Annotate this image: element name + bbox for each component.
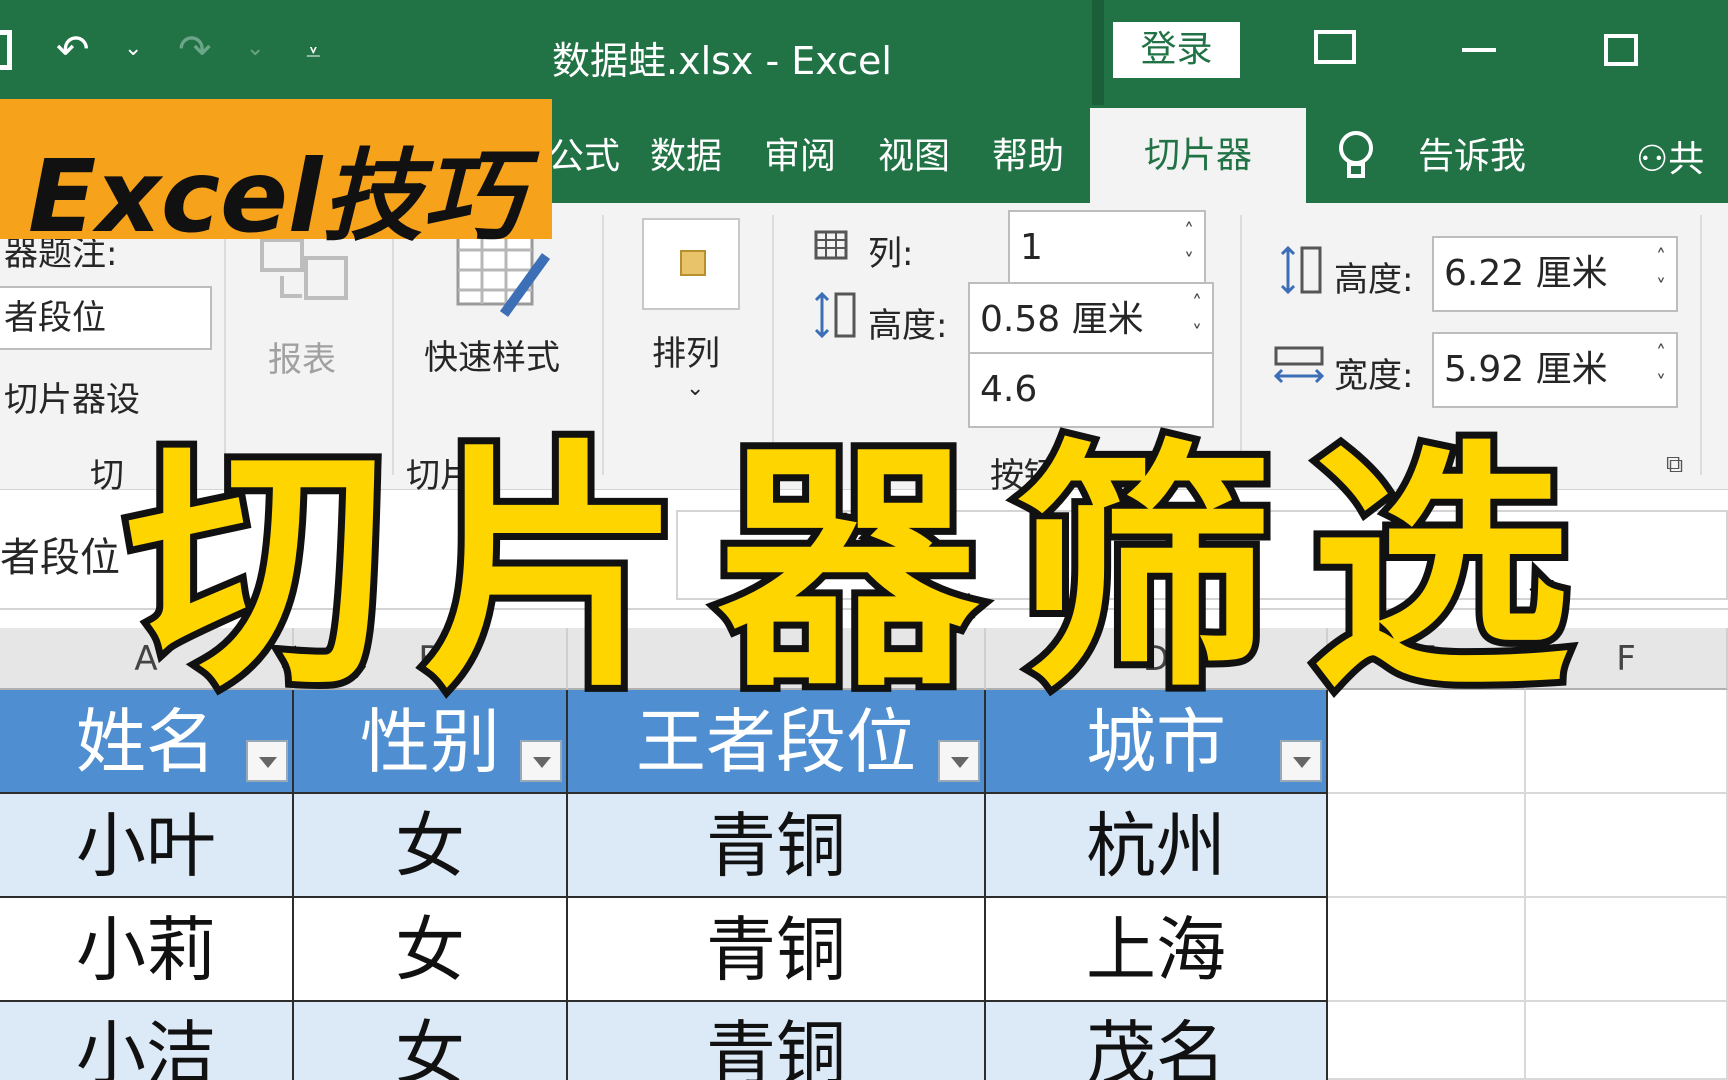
empty-cell[interactable]	[1526, 1002, 1728, 1080]
spinner-arrows-icon[interactable]: ˄ ˅	[1656, 338, 1666, 398]
ribbon-separator	[1700, 215, 1702, 475]
undo-icon[interactable]: ↶	[56, 30, 90, 70]
redo-icon: ↷	[178, 27, 212, 73]
table-cell[interactable]: 小莉	[0, 898, 294, 1002]
table-cell[interactable]: 小叶	[0, 794, 294, 898]
tab-help[interactable]: 帮助	[992, 127, 1064, 179]
window-title: 数据蛙.xlsx - Excel	[552, 39, 892, 83]
excel-window: ↶ ⌄ ↷ ⌄ ⩡ 数据蛙.xlsx - Excel 登录 公式 数据 审阅 视…	[0, 0, 1728, 1080]
columns-label: 列:	[868, 234, 914, 274]
share-button[interactable]: ⚇共	[1636, 130, 1704, 182]
arrange-icon	[642, 218, 740, 310]
person-icon: ⚇	[1636, 139, 1669, 180]
slicer-height-spinner[interactable]: 6.22 厘米 ˄ ˅	[1432, 236, 1678, 312]
empty-cell[interactable]	[1328, 1002, 1526, 1080]
headline-overlay: 切片器筛选	[119, 413, 1606, 729]
table-cell[interactable]: 上海	[986, 898, 1328, 1002]
spinner-arrows-icon[interactable]: ˄ ˅	[1192, 288, 1202, 348]
table-cell[interactable]: 女	[294, 1002, 568, 1080]
redo-dropdown-icon: ⌄	[246, 36, 265, 61]
table-cell[interactable]: 小洁	[0, 1002, 294, 1080]
undo-dropdown-icon[interactable]: ⌄	[124, 38, 142, 60]
columns-spinner[interactable]: 1 ˄ ˅	[1008, 210, 1206, 286]
empty-cell[interactable]	[1526, 898, 1728, 1002]
name-box[interactable]: 者段位	[0, 525, 120, 583]
slicer-settings-button[interactable]: 切片器设	[4, 372, 140, 421]
columns-icon	[814, 230, 848, 260]
table-cell[interactable]: 女	[294, 898, 568, 1002]
tab-view[interactable]: 视图	[878, 127, 950, 179]
button-height-label: 高度:	[868, 306, 948, 346]
filter-applied-icon[interactable]	[938, 740, 980, 782]
empty-cell[interactable]	[1526, 794, 1728, 898]
empty-cell[interactable]	[1328, 794, 1526, 898]
slicer-caption-input[interactable]: 者段位	[0, 286, 212, 350]
maximize-icon[interactable]	[1604, 34, 1638, 66]
tips-badge: Excel技巧	[0, 99, 552, 255]
empty-cell[interactable]	[1328, 898, 1526, 1002]
customize-quick-access-icon[interactable]: ⩡	[306, 40, 321, 66]
lightbulb-icon	[1339, 131, 1373, 178]
table-cell[interactable]: 女	[294, 794, 568, 898]
share-label: 共	[1668, 139, 1705, 180]
tab-data[interactable]: 数据	[650, 127, 722, 179]
spinner-arrows-icon[interactable]: ˄ ˅	[1184, 216, 1194, 276]
table-cell[interactable]: 杭州	[986, 794, 1328, 898]
tab-review[interactable]: 审阅	[764, 127, 836, 179]
size-dialog-launcher-icon[interactable]: ⧉	[1666, 450, 1683, 478]
filter-dropdown-icon[interactable]	[246, 740, 288, 782]
button-height-icon	[814, 291, 856, 339]
slicer-height-icon	[1280, 245, 1322, 295]
save-icon[interactable]	[0, 30, 12, 70]
tab-slicer[interactable]: 切片器	[1090, 108, 1306, 203]
filter-dropdown-icon[interactable]	[1280, 740, 1322, 782]
table-cell[interactable]: 茂名	[986, 1002, 1328, 1080]
button-height-spinner[interactable]: 0.58 厘米 ˄ ˅	[968, 282, 1214, 358]
tips-badge-text: Excel技巧	[28, 138, 523, 255]
slicer-height-value: 6.22 厘米	[1444, 253, 1608, 294]
table-cell[interactable]: 青铜	[568, 1002, 986, 1080]
tab-formulas[interactable]: 公式	[548, 127, 620, 179]
minimize-icon[interactable]	[1462, 48, 1496, 52]
table-cell[interactable]: 青铜	[568, 794, 986, 898]
login-button[interactable]: 登录	[1113, 22, 1240, 78]
button-height-value: 0.58 厘米	[980, 299, 1144, 340]
filter-dropdown-icon[interactable]	[520, 740, 562, 782]
tell-me-search[interactable]: 告诉我	[1418, 127, 1526, 179]
ribbon-display-options-icon[interactable]	[1314, 30, 1356, 64]
slicer-height-label: 高度:	[1334, 260, 1414, 300]
columns-value: 1	[1020, 227, 1043, 268]
table-cell[interactable]: 青铜	[568, 898, 986, 1002]
titlebar-divider	[1092, 0, 1104, 105]
spinner-arrows-icon[interactable]: ˄ ˅	[1656, 242, 1666, 302]
